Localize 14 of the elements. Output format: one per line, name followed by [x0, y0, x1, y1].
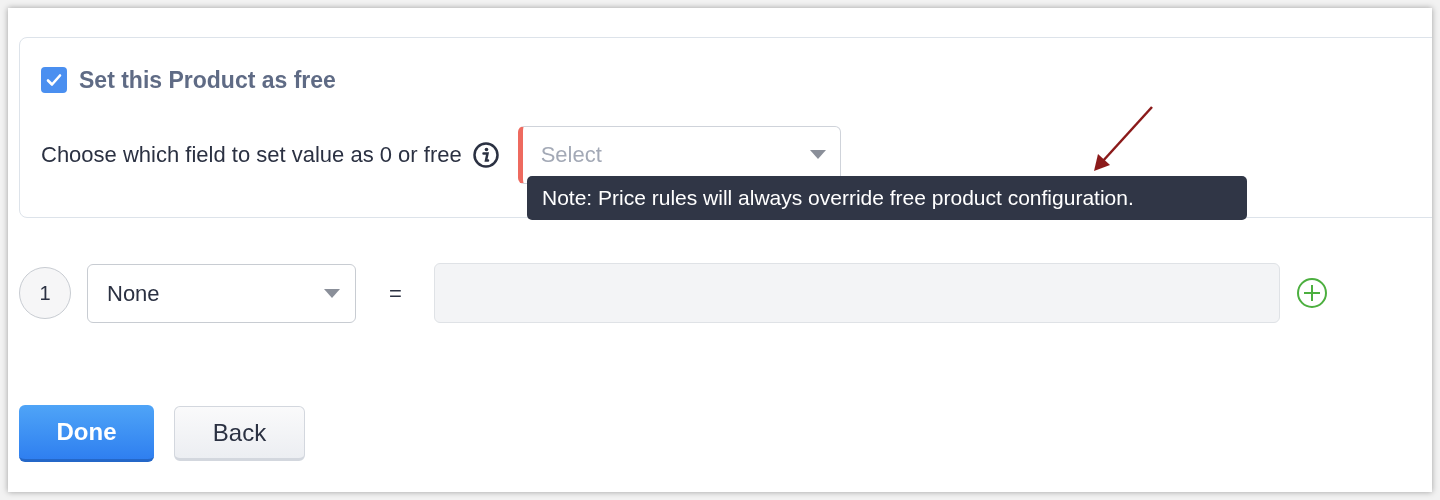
- equals-sign: =: [389, 279, 402, 308]
- value-field[interactable]: [433, 263, 1280, 323]
- caret-icon: [324, 288, 340, 298]
- checkbox-label: Set this Product as free: [79, 66, 336, 95]
- field-label: Choose which field to set value as 0 or free: [41, 141, 462, 169]
- info-icon[interactable]: [471, 140, 500, 169]
- back-button[interactable]: Back: [174, 406, 305, 461]
- caret-icon: [809, 150, 826, 159]
- add-icon[interactable]: [1295, 277, 1328, 309]
- tooltip: Note: Price rules will always override free product configuration.: [527, 176, 1247, 220]
- annotation-arrow: [1092, 106, 1154, 172]
- checkbox[interactable]: [41, 67, 67, 94]
- field-dropdown[interactable]: None: [87, 263, 356, 323]
- row-number: 1: [19, 267, 71, 319]
